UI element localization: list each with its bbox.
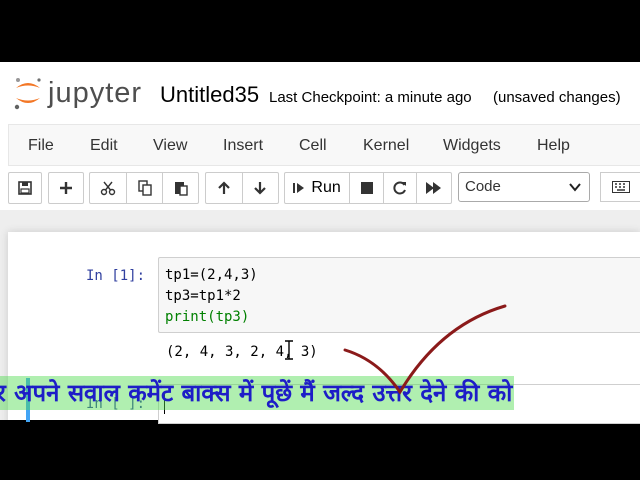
- mouse-cursor-icon: [285, 340, 293, 360]
- checkmark-annotation-icon: [343, 304, 507, 395]
